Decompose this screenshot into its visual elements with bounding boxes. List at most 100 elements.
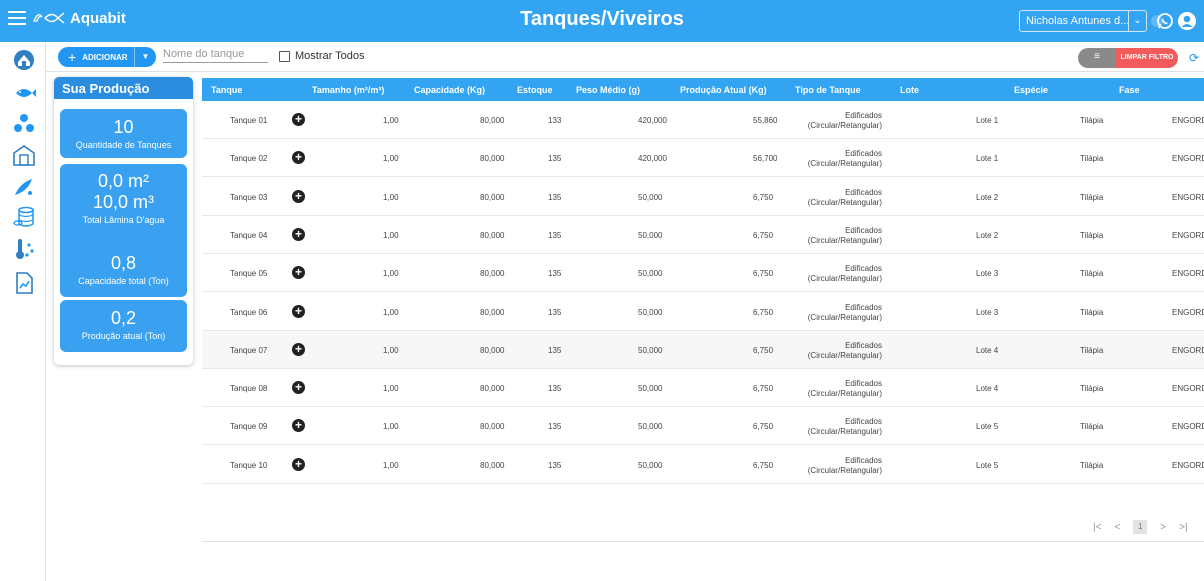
cell-tipo-line1: Edificados <box>845 111 882 120</box>
expand-row-icon[interactable]: + <box>292 189 305 203</box>
report-icon[interactable] <box>12 271 36 295</box>
ponds-icon[interactable] <box>12 111 36 135</box>
chevron-down-icon: ⌄ <box>1128 11 1146 31</box>
col-tamanho[interactable]: Tamanho (m²/m³) <box>312 85 384 95</box>
clear-filter-label: LIMPAR FILTRO <box>1116 48 1178 68</box>
add-button[interactable]: + ADICIONAR ▼ <box>58 47 156 67</box>
col-capacidade[interactable]: Capacidade (Kg) <box>414 85 485 95</box>
col-fase[interactable]: Fase <box>1119 85 1140 95</box>
col-lote[interactable]: Lote <box>900 85 919 95</box>
cell-tipo-line2: (Circular/Retangular) <box>807 121 882 130</box>
cell-tamanho: 1,00 <box>383 460 399 470</box>
col-tanque[interactable]: Tanque <box>211 85 242 95</box>
cell-producao: 6,750 <box>753 269 774 279</box>
table-row[interactable]: Tanque 01 1,00 80,000 133 420,000 55,860 Lote … <box>202 101 1204 139</box>
cell-tamanho: 1,00 <box>383 116 399 125</box>
fish-icon[interactable] <box>12 81 36 105</box>
volume-value: 10,0 m³ <box>92 192 155 212</box>
cell-estoque: 135 <box>548 192 562 202</box>
table-row[interactable]: Tanque 08 1,00 80,000 135 50,000 6,750 Lote 4 T… <box>202 369 1204 408</box>
first-page-icon[interactable]: |< <box>1093 522 1101 533</box>
cell-capacidade: 80,000 <box>480 422 505 432</box>
col-peso-medio[interactable]: Peso Médio (g) <box>576 85 640 95</box>
cell-tanque: Tanque 01 <box>230 116 268 125</box>
cell-tipo: Edificados (Circular/Retangular) <box>772 188 882 208</box>
chevron-down-icon[interactable]: ▼ <box>134 47 156 67</box>
tanks-table: Tanque Tamanho (m²/m³) Capacidade (Kg) E… <box>202 78 1204 484</box>
refresh-icon[interactable]: ⟳ <box>1189 51 1199 65</box>
database-icon[interactable] <box>12 205 36 229</box>
cell-peso: 50,000 <box>638 345 663 355</box>
cell-estoque: 135 <box>548 384 562 394</box>
cell-peso: 50,000 <box>638 307 663 317</box>
cell-estoque: 135 <box>548 307 562 317</box>
table-row[interactable]: Tanque 03 1,00 80,000 135 50,000 6,750 Lote 2 T… <box>202 178 1204 216</box>
table-row[interactable]: Tanque 09 1,00 80,000 135 50,000 6,750 Lote 5 T… <box>202 407 1204 446</box>
cell-fase: ENGORDA <box>1172 422 1204 432</box>
expand-row-icon[interactable]: + <box>292 266 305 280</box>
cell-producao: 6,750 <box>753 192 774 202</box>
col-estoque[interactable]: Estoque <box>517 85 553 95</box>
cell-tanque: Tanque 07 <box>230 345 268 355</box>
cell-lote: Lote 3 <box>976 269 999 279</box>
table-row[interactable]: Tanque 04 1,00 80,000 135 50,000 6,750 Lote 2 T… <box>202 216 1204 254</box>
table-row[interactable]: Tanque 06 1,00 80,000 135 50,000 6,750 Lote 3 T… <box>202 293 1204 331</box>
show-all-checkbox[interactable] <box>279 51 290 62</box>
expand-row-icon[interactable]: + <box>292 381 305 395</box>
cell-capacidade: 80,000 <box>480 230 505 240</box>
menu-icon[interactable] <box>8 11 26 25</box>
capacity-label: Capacidade total (Ton) <box>78 276 169 286</box>
cell-tamanho: 1,00 <box>383 230 399 240</box>
table-row[interactable]: Tanque 10 1,00 80,000 135 50,000 6,750 Lote 5 T… <box>202 446 1204 484</box>
cell-tipo: Edificados (Circular/Retangular) <box>772 226 882 246</box>
cell-especie: Tilápia <box>1080 345 1104 355</box>
expand-row-icon[interactable]: + <box>292 113 305 126</box>
next-page-icon[interactable]: > <box>1160 522 1166 533</box>
clear-filter-button[interactable]: ≡ LIMPAR FILTRO <box>1078 48 1178 68</box>
cell-lote: Lote 1 <box>976 154 999 164</box>
whatsapp-icon[interactable] <box>1155 11 1175 31</box>
prev-page-icon[interactable]: < <box>1114 522 1120 533</box>
user-account-icon[interactable] <box>1177 11 1197 31</box>
expand-row-icon[interactable]: + <box>292 457 305 471</box>
stat-current-production: 0,2 Produção atual (Ton) <box>60 300 187 352</box>
table-row[interactable]: Tanque 07 1,00 80,000 135 50,000 6,750 Lote 4 T… <box>202 330 1204 369</box>
cell-capacidade: 80,000 <box>480 269 505 279</box>
home-icon[interactable] <box>12 48 36 72</box>
cell-lote: Lote 4 <box>976 345 999 355</box>
building-icon[interactable] <box>12 143 36 167</box>
cell-tipo-line2: (Circular/Retangular) <box>807 274 882 284</box>
last-page-icon[interactable]: >| <box>1179 522 1187 533</box>
cell-capacidade: 80,000 <box>480 307 505 317</box>
cell-tipo: Edificados (Circular/Retangular) <box>772 379 882 399</box>
thermometer-icon[interactable] <box>12 237 36 261</box>
cell-fase: ENGORDA <box>1172 307 1204 317</box>
cell-producao: 6,750 <box>753 422 774 432</box>
expand-row-icon[interactable]: + <box>292 419 305 433</box>
col-tipo[interactable]: Tipo de Tanque <box>795 85 861 95</box>
expand-row-icon[interactable]: + <box>292 342 305 356</box>
page-number[interactable]: 1 <box>1133 520 1148 534</box>
cell-tipo: Edificados (Circular/Retangular) <box>772 303 882 323</box>
col-especie[interactable]: Espécie <box>1014 85 1048 95</box>
app-logo[interactable]: Aquabit <box>32 9 126 27</box>
col-producao[interactable]: Produção Atual (Kg) <box>680 85 767 95</box>
cell-capacidade: 80,000 <box>480 154 505 164</box>
cell-peso: 50,000 <box>638 384 663 394</box>
cell-peso: 50,000 <box>638 422 663 432</box>
cell-tanque: Tanque 05 <box>230 269 268 279</box>
user-select[interactable]: Nicholas Antunes d... ⌄ <box>1019 10 1147 32</box>
cell-tamanho: 1,00 <box>383 192 399 202</box>
cell-peso: 50,000 <box>638 269 663 279</box>
table-row[interactable]: Tanque 02 1,00 80,000 135 420,000 56,700 Lote … <box>202 139 1204 178</box>
cell-lote: Lote 1 <box>976 116 999 125</box>
cell-fase: ENGORDA <box>1172 230 1204 240</box>
table-row[interactable]: Tanque 05 1,00 80,000 135 50,000 6,750 Lote 3 T… <box>202 254 1204 293</box>
expand-row-icon[interactable]: + <box>292 227 305 241</box>
search-input[interactable]: Nome do tanque <box>163 48 268 63</box>
expand-row-icon[interactable]: + <box>292 151 305 165</box>
cell-especie: Tilápia <box>1080 230 1104 240</box>
feed-icon[interactable] <box>12 175 36 199</box>
expand-row-icon[interactable]: + <box>292 304 305 318</box>
cell-lote: Lote 3 <box>976 307 999 317</box>
